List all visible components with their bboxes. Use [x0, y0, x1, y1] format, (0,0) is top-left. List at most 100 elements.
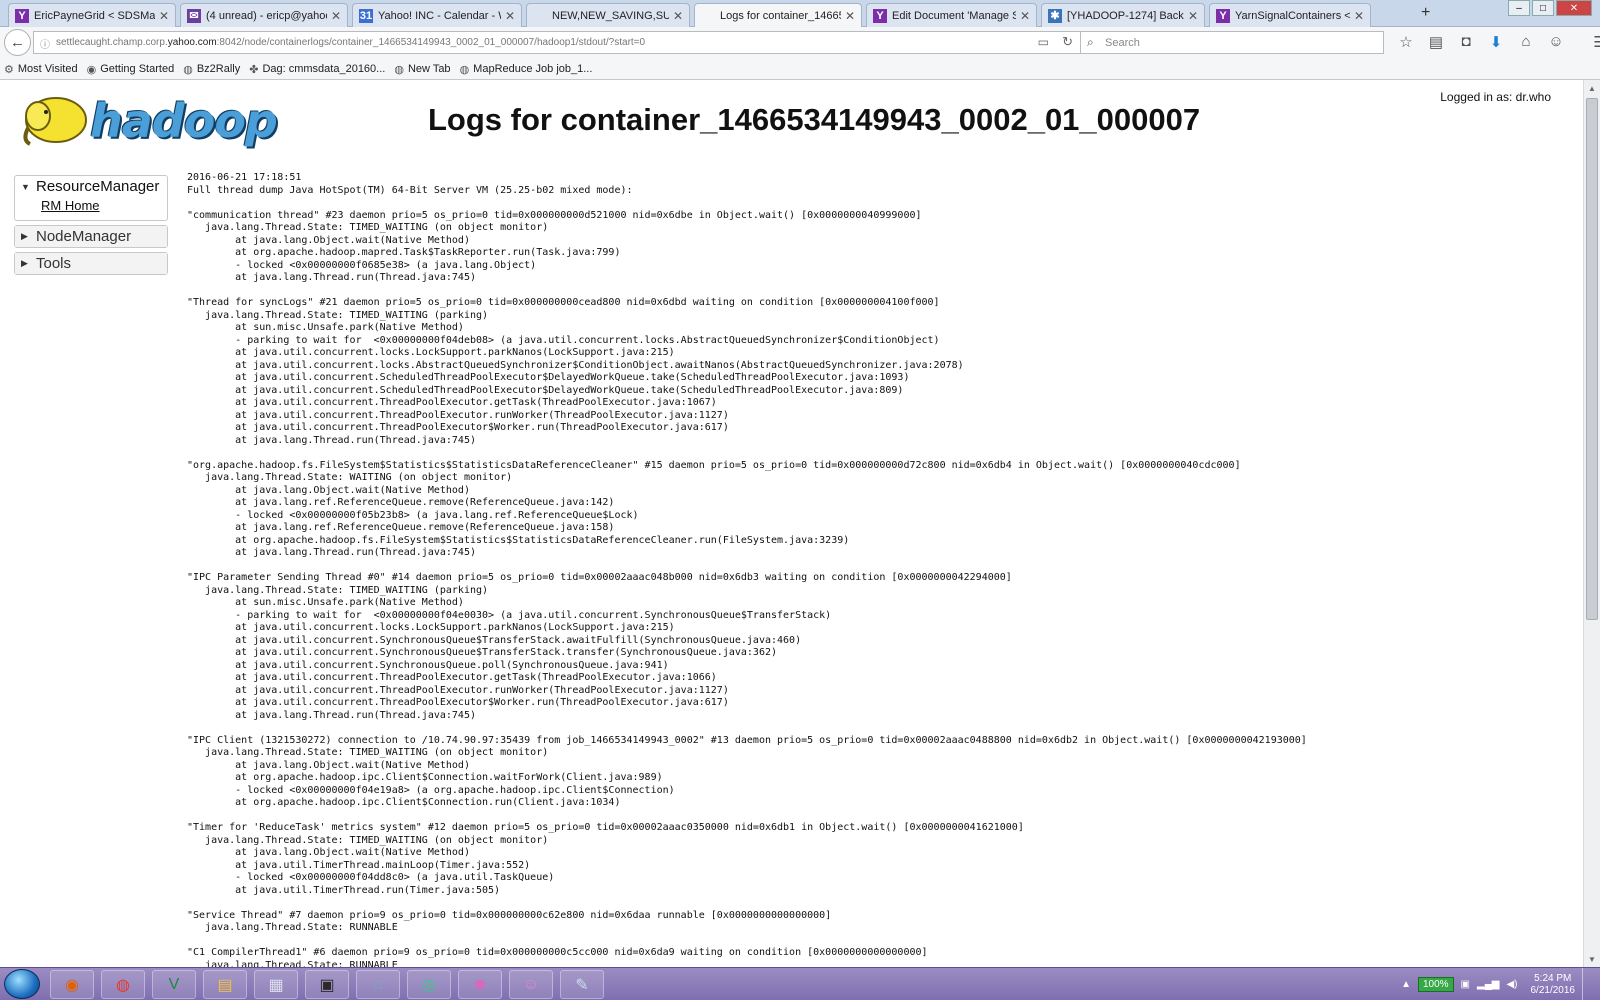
rm-home-link[interactable]: RM Home [15, 197, 167, 220]
minimize-button[interactable]: – [1508, 0, 1530, 16]
nav-head-nodemanager[interactable]: ▶ NodeManager [15, 226, 167, 247]
nav-group-nodemanager: ▶ NodeManager [14, 225, 168, 248]
gear-icon: ⚙ [4, 63, 14, 76]
taskbar-globe-icon[interactable]: ◎ [407, 970, 451, 999]
menu-icon[interactable]: ☰ [1590, 33, 1600, 51]
log-line: "Service Thread" #7 daemon prio=9 os_pri… [187, 909, 832, 921]
log-line: at java.lang.Thread.run(Thread.java:745) [187, 709, 476, 721]
taskbar-explorer-icon[interactable]: ▤ [203, 970, 247, 999]
taskbar-paint-icon[interactable]: ✎ [560, 970, 604, 999]
nav-head-resourcemanager[interactable]: ▼ ResourceManager [15, 176, 167, 197]
taskbar-calculator-icon[interactable]: ▦ [254, 970, 298, 999]
reader-view-icon[interactable]: ▭ [1038, 35, 1049, 49]
log-line: java.lang.Thread.State: RUNNABLE [187, 959, 398, 968]
back-button[interactable]: ← [4, 29, 31, 56]
tab-3[interactable]: NEW,NEW_SAVING,SUBMITTE... ✕ [526, 3, 690, 27]
tray-expand-icon[interactable]: ▲ [1401, 979, 1411, 990]
taskbar-chrome-icon[interactable]: ◍ [101, 970, 145, 999]
log-line: java.lang.Thread.State: TIMED_WAITING (p… [187, 584, 489, 596]
url-host: yahoo.com [167, 37, 217, 48]
log-line: java.lang.Thread.State: TIMED_WAITING (o… [187, 222, 549, 233]
nav-label-nodemanager: NodeManager [36, 228, 132, 245]
navigation-toolbar: ← ⓘ settlecaught.champ.corp. yahoo.com:80… [0, 27, 1600, 59]
taskbar-vim-icon[interactable]: V [152, 970, 196, 999]
maximize-button[interactable]: □ [1532, 0, 1554, 16]
bookmarks-menu-icon[interactable]: ▤ [1426, 33, 1446, 51]
bookmark-item[interactable]: ✤ Dag: cmmsdata_20160... [249, 63, 385, 76]
search-icon: ⌕ [1087, 35, 1094, 49]
reload-icon[interactable]: ↻ [1062, 34, 1073, 50]
taskbar-network-icon[interactable]: ⌂ [356, 970, 400, 999]
taskbar-firefox-icon[interactable]: ◉ [50, 970, 94, 999]
tab-close-icon[interactable]: ✕ [159, 9, 169, 23]
log-line: at java.util.concurrent.ThreadPoolExecut… [187, 684, 729, 696]
tab-1[interactable]: ✉ (4 unread) - ericp@yahoo-i... ✕ [180, 3, 348, 27]
tab-title: EricPayneGrid < SDSMain ... [34, 9, 155, 22]
log-line: at java.util.concurrent.ThreadPoolExecut… [187, 422, 729, 433]
log-line: java.lang.Thread.State: RUNNABLE [187, 922, 398, 933]
scroll-down-arrow-icon[interactable]: ▼ [1584, 951, 1600, 967]
scrollbar-thumb[interactable] [1586, 98, 1598, 620]
tab-6[interactable]: ✱ [YHADOOP-1274] Backpor... ✕ [1041, 3, 1205, 27]
sidebar-nav: ▼ ResourceManager RM Home ▶ NodeManager … [14, 175, 168, 279]
log-line: at java.lang.ref.ReferenceQueue.remove(R… [187, 497, 615, 508]
taskbar-messenger2-icon[interactable]: ☺ [509, 970, 553, 999]
search-input[interactable]: ⌕ Search [1080, 31, 1384, 54]
taskbar-messenger-icon[interactable]: ☻ [458, 970, 502, 999]
log-line: "org.apache.hadoop.fs.FileSystem$Statist… [187, 459, 1241, 471]
log-line: at sun.misc.Unsafe.park(Native Method) [187, 597, 464, 608]
clock[interactable]: 5:24 PM 6/21/2016 [1531, 973, 1576, 997]
new-tab-button[interactable]: + [1421, 4, 1430, 22]
home-icon[interactable]: ⌂ [1516, 33, 1536, 51]
battery-indicator[interactable]: 100% [1417, 977, 1454, 992]
tab-close-icon[interactable]: ✕ [505, 9, 515, 23]
log-line: java.lang.Thread.State: TIMED_WAITING (p… [187, 309, 489, 321]
tab-4[interactable]: Logs for container_1466534149... ✕ [694, 3, 862, 28]
bookmark-label: New Tab [407, 63, 451, 75]
pocket-icon[interactable]: ◘ [1456, 33, 1476, 51]
tab-close-icon[interactable]: ✕ [845, 9, 855, 23]
volume-icon[interactable]: ◀) [1506, 979, 1517, 990]
tab-close-icon[interactable]: ✕ [1188, 9, 1198, 23]
taskbar-terminal-icon[interactable]: ▣ [305, 970, 349, 999]
bookmark-star-icon[interactable]: ☆ [1396, 33, 1416, 51]
site-info-icon[interactable]: ⓘ [40, 36, 50, 51]
nav-head-tools[interactable]: ▶ Tools [15, 253, 167, 274]
tab-5[interactable]: Y Edit Document 'Manage Sl... ✕ [866, 3, 1037, 27]
bookmark-item[interactable]: ◉ Getting Started [87, 63, 175, 76]
tab-close-icon[interactable]: ✕ [331, 9, 341, 23]
tab-0[interactable]: Y EricPayneGrid < SDSMain ... ✕ [8, 3, 176, 27]
bookmark-item[interactable]: ◍ MapReduce Job job_1... [460, 63, 593, 76]
bookmark-item[interactable]: ◍ Bz2Rally [183, 63, 240, 76]
close-window-button[interactable]: ✕ [1556, 0, 1592, 16]
tab-close-icon[interactable]: ✕ [1354, 9, 1364, 23]
bookmark-item[interactable]: ◍ New Tab [394, 63, 450, 76]
windows-taskbar: ▲ 100% ▣ ▂▄▆ ◀) 5:24 PM 6/21/2016 ◉ ◍ V ▤ ▦ ▣… [0, 967, 1600, 1001]
tab-close-icon[interactable]: ✕ [673, 9, 683, 23]
log-line: "communication thread" #23 daemon prio=5… [187, 209, 922, 221]
tab-2[interactable]: 31 Yahoo! INC - Calendar - W... ✕ [352, 3, 522, 27]
scroll-up-arrow-icon[interactable]: ▲ [1584, 80, 1600, 96]
tab-7[interactable]: Y YarnSignalContainers < Gri... ✕ [1209, 3, 1371, 27]
tray-app-icon[interactable]: ▣ [1461, 979, 1470, 990]
show-desktop-button[interactable] [1582, 968, 1592, 1001]
vertical-scrollbar[interactable]: ▲ ▼ [1583, 80, 1600, 967]
start-button[interactable] [4, 969, 40, 999]
airflow-icon: ✤ [249, 63, 259, 76]
bookmark-item[interactable]: ⚙ Most Visited [4, 63, 78, 76]
log-line: at java.util.concurrent.locks.LockSuppor… [187, 347, 675, 358]
tab-title: Logs for container_1466534149... [720, 10, 841, 22]
network-icon[interactable]: ▂▄▆ [1477, 979, 1499, 990]
bookmark-label: MapReduce Job job_1... [473, 63, 593, 75]
globe-icon: ◍ [459, 63, 470, 76]
download-icon[interactable]: ⬇ [1486, 33, 1506, 51]
tab-close-icon[interactable]: ✕ [1020, 9, 1030, 23]
hadoop-logo[interactable]: hadoop [16, 88, 286, 152]
logged-in-label: Logged in as: dr.who [1440, 90, 1551, 104]
chat-icon[interactable]: ☺ [1546, 33, 1566, 51]
address-bar[interactable]: ⓘ settlecaught.champ.corp. yahoo.com:8042… [33, 31, 1084, 54]
log-line: at java.lang.Thread.run(Thread.java:745) [187, 272, 476, 283]
